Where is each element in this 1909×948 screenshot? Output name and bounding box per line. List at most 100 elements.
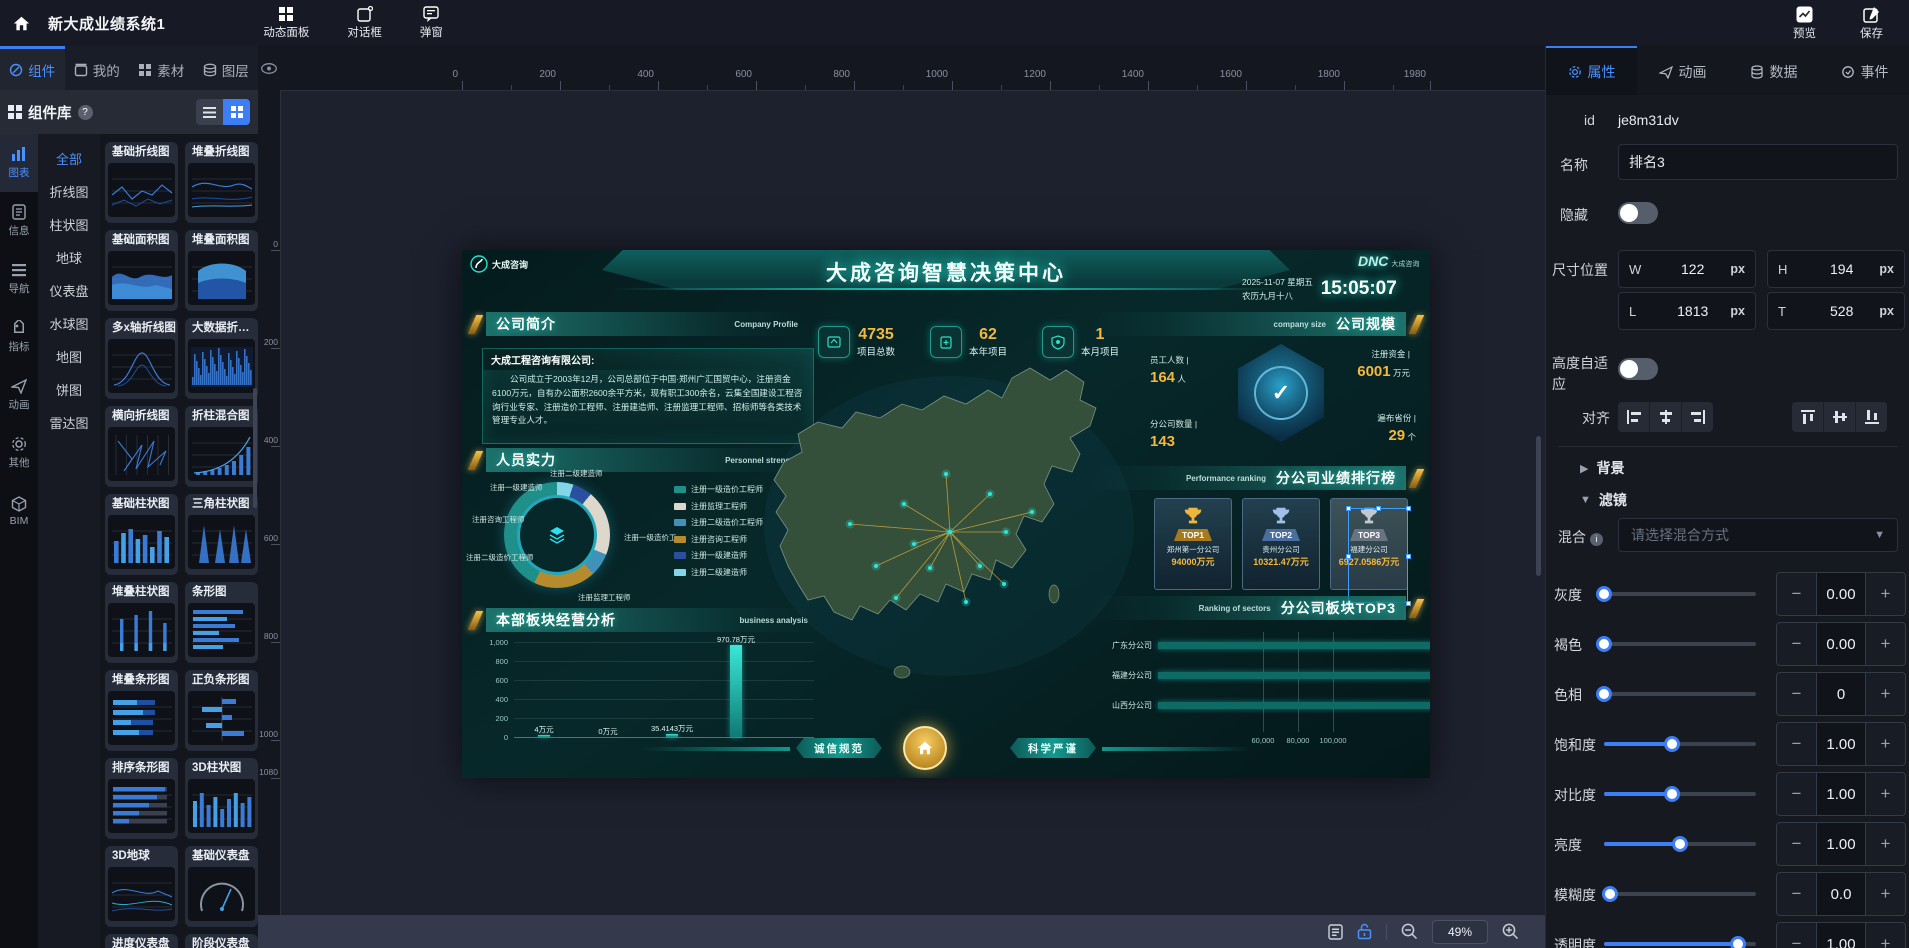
increment-button[interactable]: +	[1866, 823, 1905, 865]
rail-item-信息[interactable]: 信息	[0, 192, 38, 250]
align-top-button[interactable]	[1792, 402, 1823, 432]
category-地球[interactable]: 地球	[38, 241, 100, 274]
align-center-button[interactable]	[1650, 402, 1681, 432]
tab-数据[interactable]: 数据	[1728, 46, 1819, 95]
tab-layers[interactable]: 图层	[194, 46, 259, 90]
increment-button[interactable]: +	[1866, 573, 1905, 615]
help-icon[interactable]: ?	[78, 105, 93, 120]
slider-knob-透明度[interactable]	[1730, 936, 1746, 948]
category-水球图[interactable]: 水球图	[38, 307, 100, 340]
zoom-in-icon[interactable]	[1502, 923, 1519, 940]
canvas-workspace[interactable]: 大成咨询智慧决策中心大成咨询DNC大成咨询2025-11-07 星期五农历九月十…	[280, 90, 1545, 915]
tool-dialog[interactable]: 对话框	[341, 4, 388, 42]
tool-dynamic-panel[interactable]: 动态面板	[257, 4, 315, 42]
slider-knob-色相[interactable]	[1596, 686, 1612, 702]
increment-button[interactable]: +	[1866, 623, 1905, 665]
save-button[interactable]: 保存	[1860, 6, 1883, 41]
slider-knob-褐色[interactable]	[1596, 636, 1612, 652]
category-全部[interactable]: 全部	[38, 142, 100, 175]
size-field-L[interactable]: L1813px	[1618, 292, 1756, 330]
align-left-button[interactable]	[1618, 402, 1649, 432]
ranking-card-TOP2[interactable]: TOP2贵州分公司10321.47万元	[1242, 498, 1320, 590]
slider-track-灰度[interactable]	[1604, 592, 1756, 596]
slider-track-模糊度[interactable]	[1604, 892, 1756, 896]
component-card-横向折线图[interactable]: 横向折线图	[105, 406, 178, 487]
component-card-三角柱状图[interactable]: 三角柱状图	[185, 494, 258, 575]
decrement-button[interactable]: −	[1777, 673, 1816, 715]
align-right-button[interactable]	[1682, 402, 1713, 432]
rail-item-指标[interactable]: 指标	[0, 308, 38, 366]
page-outline-icon[interactable]	[1328, 924, 1343, 940]
name-input[interactable]	[1618, 144, 1898, 180]
increment-button[interactable]: +	[1866, 873, 1905, 915]
component-card-大数据折…[interactable]: 大数据折…	[185, 318, 258, 399]
slider-knob-亮度[interactable]	[1672, 836, 1688, 852]
component-card-正负条形图[interactable]: 正负条形图	[185, 670, 258, 751]
zoom-out-icon[interactable]	[1401, 923, 1418, 940]
ranking-card-TOP3[interactable]: TOP3福建分公司6927.0586万元	[1330, 498, 1408, 590]
tab-mine[interactable]: 我的	[65, 46, 130, 90]
tab-动画[interactable]: 动画	[1637, 46, 1728, 95]
category-折线图[interactable]: 折线图	[38, 175, 100, 208]
component-card-排序条形图[interactable]: 排序条形图	[105, 758, 178, 839]
tab-components[interactable]: 组件	[0, 46, 65, 90]
tab-属性[interactable]: 属性	[1546, 46, 1637, 95]
component-card-基础折线图[interactable]: 基础折线图	[105, 142, 178, 223]
left-panel-scrollbar[interactable]	[253, 388, 257, 508]
auto-height-toggle[interactable]	[1618, 358, 1658, 380]
rail-item-导航[interactable]: 导航	[0, 250, 38, 308]
component-card-条形图[interactable]: 条形图	[185, 582, 258, 663]
component-card-堆叠柱状图[interactable]: 堆叠柱状图	[105, 582, 178, 663]
size-field-W[interactable]: W122px	[1618, 250, 1756, 288]
blend-mode-select[interactable]: 请选择混合方式▼	[1618, 518, 1898, 552]
increment-button[interactable]: +	[1866, 773, 1905, 815]
section-background[interactable]: ▶背景	[1580, 458, 1624, 478]
increment-button[interactable]: +	[1866, 673, 1905, 715]
category-饼图[interactable]: 饼图	[38, 373, 100, 406]
category-柱状图[interactable]: 柱状图	[38, 208, 100, 241]
decrement-button[interactable]: −	[1777, 873, 1816, 915]
component-card-堆叠条形图[interactable]: 堆叠条形图	[105, 670, 178, 751]
component-card-基础柱状图[interactable]: 基础柱状图	[105, 494, 178, 575]
slider-knob-饱和度[interactable]	[1664, 736, 1680, 752]
component-card-多x轴折线图[interactable]: 多x轴折线图	[105, 318, 178, 399]
component-card-阶段仪表盘[interactable]: 阶段仪表盘	[185, 934, 258, 948]
ranking-card-TOP1[interactable]: TOP1郑州第一分公司94000万元	[1154, 498, 1232, 590]
component-card-3D地球[interactable]: 3D地球	[105, 846, 178, 927]
component-card-3D柱状图[interactable]: 3D柱状图	[185, 758, 258, 839]
component-card-折柱混合图[interactable]: 折柱混合图	[185, 406, 258, 487]
rail-item-其他[interactable]: 其他	[0, 424, 38, 482]
increment-button[interactable]: +	[1866, 723, 1905, 765]
list-view-button[interactable]	[196, 99, 223, 125]
dashboard-artboard[interactable]: 大成咨询智慧决策中心大成咨询DNC大成咨询2025-11-07 星期五农历九月十…	[462, 250, 1430, 778]
rail-item-动画[interactable]: 动画	[0, 366, 38, 424]
decrement-button[interactable]: −	[1777, 623, 1816, 665]
unlock-icon[interactable]	[1357, 923, 1372, 940]
decrement-button[interactable]: −	[1777, 823, 1816, 865]
category-仪表盘[interactable]: 仪表盘	[38, 274, 100, 307]
slider-knob-对比度[interactable]	[1664, 786, 1680, 802]
hide-toggle[interactable]	[1618, 202, 1658, 224]
align-bottom-button[interactable]	[1856, 402, 1887, 432]
home-icon[interactable]	[0, 0, 42, 46]
size-field-T[interactable]: T528px	[1767, 292, 1905, 330]
align-middle-button[interactable]	[1824, 402, 1855, 432]
slider-knob-模糊度[interactable]	[1602, 886, 1618, 902]
decrement-button[interactable]: −	[1777, 923, 1816, 948]
tab-事件[interactable]: 事件	[1819, 46, 1909, 95]
rail-item-BIM[interactable]: BIM	[0, 482, 38, 540]
slider-knob-灰度[interactable]	[1596, 586, 1612, 602]
grid-view-button[interactable]	[223, 99, 250, 125]
ruler-eye-icon[interactable]	[258, 46, 280, 90]
component-card-基础面积图[interactable]: 基础面积图	[105, 230, 178, 311]
decrement-button[interactable]: −	[1777, 773, 1816, 815]
category-地图[interactable]: 地图	[38, 340, 100, 373]
tool-popup[interactable]: 弹窗	[414, 4, 449, 42]
component-card-堆叠折线图[interactable]: 堆叠折线图	[185, 142, 258, 223]
zoom-level-value[interactable]: 49%	[1432, 920, 1488, 944]
component-card-堆叠面积图[interactable]: 堆叠面积图	[185, 230, 258, 311]
canvas-vertical-scrollbar[interactable]	[1536, 436, 1541, 576]
slider-track-褐色[interactable]	[1604, 642, 1756, 646]
decrement-button[interactable]: −	[1777, 573, 1816, 615]
tab-assets[interactable]: 素材	[129, 46, 194, 90]
